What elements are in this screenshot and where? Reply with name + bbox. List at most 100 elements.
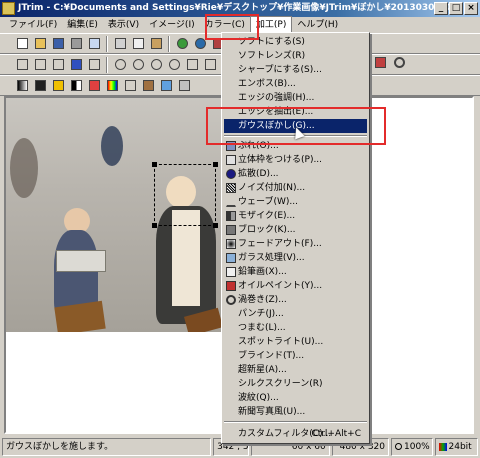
pencil-icon: [226, 267, 236, 277]
print-preview-icon[interactable]: [86, 36, 102, 52]
menu-item-spotlight[interactable]: スポットライト(U)...: [224, 335, 367, 349]
oil-paint-icon: [226, 281, 236, 291]
menu-separator: [224, 421, 367, 423]
annotation-box-item: [206, 107, 386, 145]
color-balance-icon[interactable]: [86, 78, 102, 94]
gamma-icon[interactable]: [122, 78, 138, 94]
emboss-icon: [226, 79, 236, 89]
toolbar-separator: [106, 56, 108, 73]
diffuse-icon: [226, 169, 236, 179]
view-icon[interactable]: [184, 57, 200, 73]
menu-item-emboss[interactable]: エンボス(B)...: [224, 77, 367, 91]
menu-item-oil-paint[interactable]: オイルペイント(Y)...: [224, 279, 367, 293]
menu-item-pinch[interactable]: つまむ(L)...: [224, 321, 367, 335]
frame-icon: [226, 155, 236, 165]
posterize-icon[interactable]: [176, 78, 192, 94]
save-icon[interactable]: [50, 36, 66, 52]
soft-lens-icon: [226, 51, 236, 61]
menu-item-supernova[interactable]: 超新星(A)...: [224, 363, 367, 377]
brightness-icon[interactable]: [50, 78, 66, 94]
edge-enhance-icon: [226, 93, 236, 103]
menu-item-glass[interactable]: ガラス処理(V)...: [224, 251, 367, 265]
selection-rectangle[interactable]: [152, 162, 218, 228]
toolbar-separator: [168, 35, 170, 52]
print-icon[interactable]: [68, 36, 84, 52]
glass-icon: [226, 253, 236, 263]
menu-item-blind[interactable]: ブラインド(T)...: [224, 349, 367, 363]
sepia-icon[interactable]: [140, 78, 156, 94]
minimize-button[interactable]: _: [434, 2, 448, 15]
color-depth-icon: [438, 442, 447, 451]
crop-icon[interactable]: [14, 57, 30, 73]
swirl-icon: [226, 295, 236, 305]
mirror-icon[interactable]: [50, 57, 66, 73]
palette-icon[interactable]: [158, 78, 174, 94]
menu-item-block[interactable]: ブロック(K)...: [224, 223, 367, 237]
tools-icon[interactable]: [202, 57, 218, 73]
app-icon: [2, 2, 15, 15]
menu-item-frame[interactable]: 立体枠をつける(P)...: [224, 153, 367, 167]
annotation-box-menu: [205, 14, 259, 40]
pencil-tool-icon[interactable]: [372, 54, 388, 70]
menu-help[interactable]: ヘルプ(H): [292, 17, 343, 33]
menu-file[interactable]: ファイル(F): [4, 17, 62, 33]
cut-icon[interactable]: [112, 36, 128, 52]
new-file-icon[interactable]: [14, 36, 30, 52]
menu-item-swirl[interactable]: 渦巻き(Z)...: [224, 293, 367, 307]
contrast-icon[interactable]: [68, 78, 84, 94]
status-bitdepth: 24bit: [434, 438, 478, 456]
zoom-in-icon[interactable]: [130, 57, 146, 73]
noise-icon: [226, 183, 236, 193]
menu-item-punch[interactable]: パンチ(J)...: [224, 307, 367, 321]
status-zoom: 100%: [391, 438, 433, 456]
copy-icon[interactable]: [130, 36, 146, 52]
selection-handle[interactable]: [152, 223, 157, 228]
swirl-tool-icon[interactable]: [391, 54, 407, 70]
menu-edit[interactable]: 編集(E): [62, 17, 103, 33]
toolbar-right-extras: [372, 54, 407, 70]
menu-item-edge-enhance[interactable]: エッジの強調(H)...: [224, 91, 367, 105]
menu-item-newspaper[interactable]: 新聞写真風(U)...: [224, 405, 367, 419]
hue-icon[interactable]: [104, 78, 120, 94]
zoom-fit-icon[interactable]: [148, 57, 164, 73]
undo-icon[interactable]: [174, 36, 190, 52]
rotate-icon[interactable]: [68, 57, 84, 73]
paste-icon[interactable]: [148, 36, 164, 52]
toolbar-separator: [106, 35, 108, 52]
menu-item-custom-filter[interactable]: カスタムフィルタ(C)... Ctrl+Alt+C: [224, 427, 367, 441]
open-folder-icon[interactable]: [32, 36, 48, 52]
menu-item-mosaic[interactable]: モザイク(E)...: [224, 209, 367, 223]
menu-item-soft-lens[interactable]: ソフトレンズ(R): [224, 49, 367, 63]
magnifier-icon: [395, 443, 402, 450]
grayscale-icon[interactable]: [14, 78, 30, 94]
block-icon: [226, 225, 236, 235]
menu-item-noise[interactable]: ノイズ付加(N)...: [224, 181, 367, 195]
menu-item-diffuse[interactable]: 拡散(D)...: [224, 167, 367, 181]
wave-icon: [226, 197, 236, 207]
menu-item-sharpen[interactable]: シャープにする(S)...: [224, 63, 367, 77]
fade-out-icon: [226, 239, 236, 249]
selection-handle[interactable]: [213, 223, 218, 228]
invert-icon[interactable]: [32, 78, 48, 94]
selection-handle[interactable]: [152, 162, 157, 167]
menu-item-wave[interactable]: ウェーブ(W)...: [224, 195, 367, 209]
status-message: ガウスぼかしを施します。: [2, 438, 212, 456]
zoom-out-icon[interactable]: [112, 57, 128, 73]
menu-item-ripple[interactable]: 波紋(Q)...: [224, 391, 367, 405]
mosaic-icon: [226, 211, 236, 221]
menu-item-fade-out[interactable]: フェードアウト(F)...: [224, 237, 367, 251]
menu-image[interactable]: イメージ(I): [144, 17, 200, 33]
close-button[interactable]: ×: [464, 2, 478, 15]
menu-view[interactable]: 表示(V): [103, 17, 144, 33]
flip-icon[interactable]: [32, 57, 48, 73]
window-title: JTrim - C:¥Documents and Settings¥Rie¥デス…: [18, 3, 477, 13]
process-menu-dropdown: ソフトにする(S) ソフトレンズ(R) シャープにする(S)... エンボス(B…: [221, 32, 370, 444]
shortcut-label: Ctrl+Alt+C: [311, 429, 361, 439]
selection-handle[interactable]: [213, 162, 218, 167]
zoom-actual-icon[interactable]: [166, 57, 182, 73]
menu-item-pencil[interactable]: 鉛筆画(X)...: [224, 265, 367, 279]
maximize-button[interactable]: □: [449, 2, 463, 15]
menu-item-silkscreen[interactable]: シルクスクリーン(R): [224, 377, 367, 391]
sharpen-icon: [226, 65, 236, 75]
resize-icon[interactable]: [86, 57, 102, 73]
